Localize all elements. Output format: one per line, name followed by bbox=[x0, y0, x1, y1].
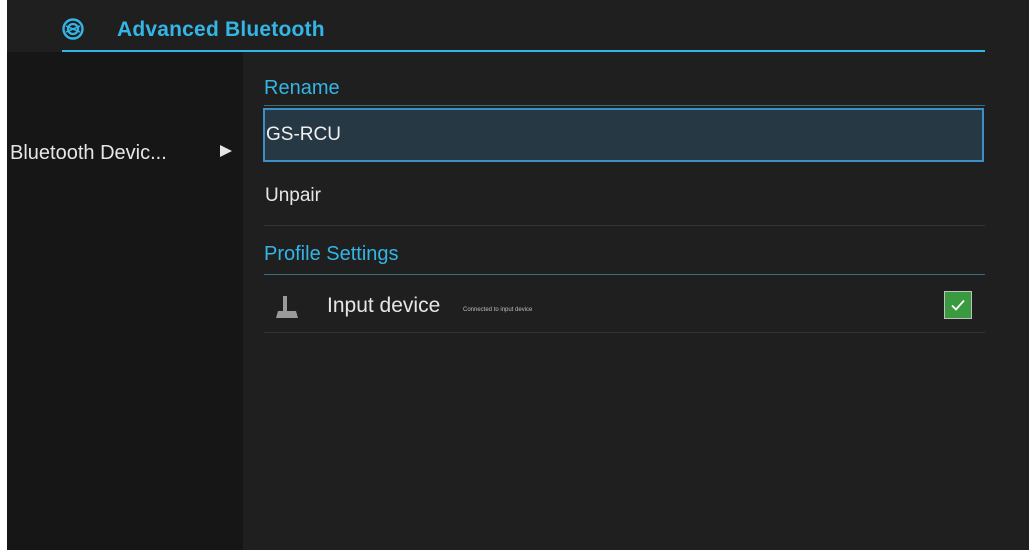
input-device-checkbox[interactable] bbox=[944, 291, 972, 319]
sidebar-item-label: Bluetooth Devic... bbox=[10, 142, 167, 164]
header: Advanced Bluetooth bbox=[7, 0, 1029, 52]
list-item-input-device[interactable]: Input device Connected to input device bbox=[264, 275, 985, 333]
rename-field-value: GS-RCU bbox=[266, 124, 341, 145]
unpair-label: Unpair bbox=[265, 185, 321, 206]
input-device-summary: Connected to input device bbox=[463, 307, 533, 313]
triangle-right-icon bbox=[220, 145, 232, 157]
section-header-profile-settings: Profile Settings bbox=[264, 243, 399, 265]
sidebar: Bluetooth Devic... bbox=[7, 52, 243, 550]
screen: Bluetooth Devic... Advanced Bluetooth Re… bbox=[7, 0, 1029, 550]
section-divider bbox=[264, 105, 985, 106]
page-title: Advanced Bluetooth bbox=[117, 18, 325, 41]
row-divider bbox=[264, 332, 985, 333]
rename-field[interactable]: GS-RCU bbox=[263, 108, 984, 162]
header-divider bbox=[62, 50, 985, 52]
unpair-button[interactable]: Unpair bbox=[264, 168, 985, 226]
sidebar-item-bluetooth-devices[interactable]: Bluetooth Devic... bbox=[7, 130, 243, 172]
bluetooth-settings-icon bbox=[62, 18, 84, 40]
input-device-title: Input device bbox=[327, 294, 441, 317]
checkmark-icon bbox=[951, 299, 965, 311]
row-divider bbox=[264, 225, 985, 226]
section-header-rename: Rename bbox=[264, 77, 340, 99]
input-device-icon bbox=[276, 296, 298, 318]
